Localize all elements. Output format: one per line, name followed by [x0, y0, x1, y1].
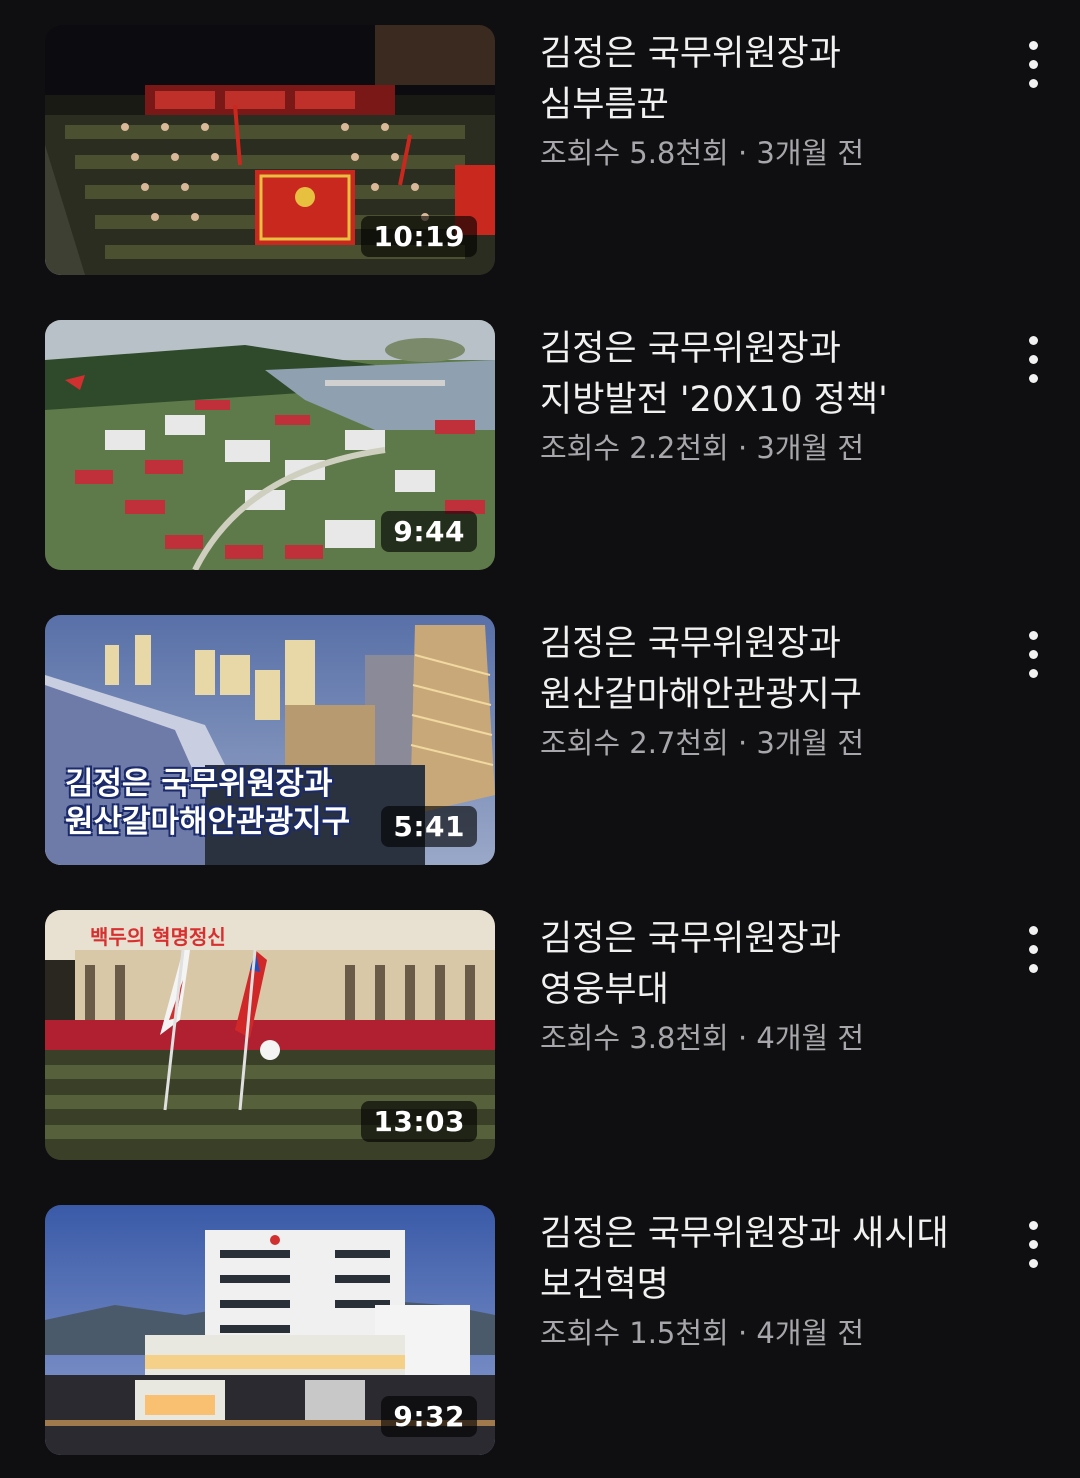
video-info[interactable]: 김정은 국무위원장과 원산갈마해안관광지구 조회수 2.7천회 · 3개월 전	[540, 619, 990, 764]
video-thumbnail[interactable]: 김정은 국무위원장과 원산갈마해안관광지구 5:41	[45, 615, 495, 865]
upload-age: 3개월 전	[756, 136, 865, 170]
video-title-line[interactable]: 보건혁명	[540, 1260, 990, 1311]
thumbnail-overlay-title: 김정은 국무위원장과	[65, 766, 333, 802]
video-item[interactable]: 김정은 국무위원장과 원산갈마해안관광지구 5:41 김정은 국무위원장과 원산…	[0, 615, 1080, 875]
video-item[interactable]: 9:32 김정은 국무위원장과 새시대 보건혁명 조회수 1.5천회 · 4개월…	[0, 1205, 1080, 1465]
upload-age: 3개월 전	[756, 431, 865, 465]
more-vertical-icon[interactable]	[1014, 920, 1054, 980]
more-vertical-icon[interactable]	[1014, 330, 1054, 390]
video-metadata: 조회수 5.8천회 · 3개월 전	[540, 132, 990, 174]
upload-age: 4개월 전	[756, 1021, 865, 1055]
video-title-line[interactable]: 지방발전 '20X10 정책'	[540, 375, 990, 426]
video-list: 10:19 김정은 국무위원장과 심부름꾼 조회수 5.8천회 · 3개월 전	[0, 0, 1080, 1478]
view-count: 조회수 2.7천회	[540, 726, 729, 760]
video-thumbnail[interactable]: 10:19	[45, 25, 495, 275]
video-title-line[interactable]: 원산갈마해안관광지구	[540, 670, 990, 721]
video-duration: 9:44	[381, 511, 477, 552]
video-title-line[interactable]: 김정은 국무위원장과 새시대	[540, 1209, 990, 1260]
thumbnail-overlay-subtitle: 원산갈마해안관광지구	[65, 804, 351, 840]
view-count: 조회수 2.2천회	[540, 431, 729, 465]
upload-age: 4개월 전	[756, 1316, 865, 1350]
video-title-line[interactable]: 김정은 국무위원장과	[540, 324, 990, 375]
video-info[interactable]: 김정은 국무위원장과 지방발전 '20X10 정책' 조회수 2.2천회 · 3…	[540, 324, 990, 469]
video-title-line[interactable]: 김정은 국무위원장과	[540, 619, 990, 670]
video-duration: 13:03	[361, 1101, 477, 1142]
video-title-line[interactable]: 김정은 국무위원장과	[540, 29, 990, 80]
video-item[interactable]: 10:19 김정은 국무위원장과 심부름꾼 조회수 5.8천회 · 3개월 전	[0, 25, 1080, 285]
view-count: 조회수 5.8천회	[540, 136, 729, 170]
more-vertical-icon[interactable]	[1014, 1215, 1054, 1275]
more-vertical-icon[interactable]	[1014, 625, 1054, 685]
view-count: 조회수 1.5천회	[540, 1316, 729, 1350]
meta-separator: ·	[728, 1316, 757, 1350]
video-info[interactable]: 김정은 국무위원장과 심부름꾼 조회수 5.8천회 · 3개월 전	[540, 29, 990, 174]
meta-separator: ·	[728, 1021, 757, 1055]
thumbnail-banner: 백두의 혁명정신	[90, 925, 226, 949]
meta-separator: ·	[728, 136, 757, 170]
view-count: 조회수 3.8천회	[540, 1021, 729, 1055]
video-thumbnail[interactable]: 9:32	[45, 1205, 495, 1455]
video-info[interactable]: 김정은 국무위원장과 새시대 보건혁명 조회수 1.5천회 · 4개월 전	[540, 1209, 990, 1354]
video-metadata: 조회수 2.2천회 · 3개월 전	[540, 427, 990, 469]
meta-separator: ·	[728, 431, 757, 465]
video-item[interactable]: 9:44 김정은 국무위원장과 지방발전 '20X10 정책' 조회수 2.2천…	[0, 320, 1080, 580]
more-vertical-icon[interactable]	[1014, 35, 1054, 95]
video-duration: 5:41	[381, 806, 477, 847]
video-duration: 10:19	[361, 216, 477, 257]
video-metadata: 조회수 3.8천회 · 4개월 전	[540, 1017, 990, 1059]
video-metadata: 조회수 1.5천회 · 4개월 전	[540, 1312, 990, 1354]
video-duration: 9:32	[381, 1396, 477, 1437]
upload-age: 3개월 전	[756, 726, 865, 760]
video-title-line[interactable]: 김정은 국무위원장과	[540, 914, 990, 965]
video-thumbnail[interactable]: 9:44	[45, 320, 495, 570]
meta-separator: ·	[728, 726, 757, 760]
video-metadata: 조회수 2.7천회 · 3개월 전	[540, 722, 990, 764]
video-title-line[interactable]: 심부름꾼	[540, 80, 990, 131]
video-title-line[interactable]: 영웅부대	[540, 965, 990, 1016]
video-info[interactable]: 김정은 국무위원장과 영웅부대 조회수 3.8천회 · 4개월 전	[540, 914, 990, 1059]
video-item[interactable]: 백두의 혁명정신 13:03 김정은 국무위원장과 영웅부대 조회수 3.8천회…	[0, 910, 1080, 1170]
video-thumbnail[interactable]: 백두의 혁명정신 13:03	[45, 910, 495, 1160]
